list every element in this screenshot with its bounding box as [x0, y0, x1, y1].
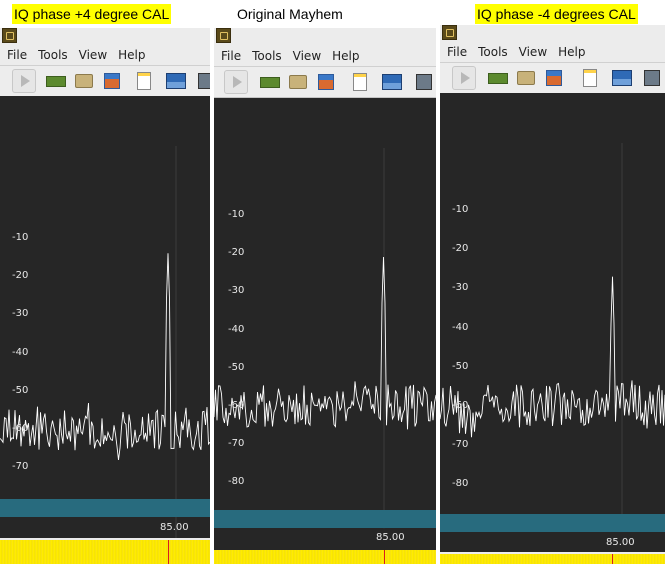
y-tick-label: -20	[12, 270, 29, 282]
spectrum-svg	[0, 146, 210, 538]
app-window-right: File Tools View Help -10 -20 -30 -40 -50 -60 -…	[440, 25, 665, 564]
toolbar	[214, 66, 436, 98]
y-tick-label: -70	[228, 438, 245, 450]
spectrum-trace	[214, 256, 436, 430]
caption-middle: Original Mayhem	[237, 6, 343, 22]
waterfall	[214, 550, 436, 564]
y-tick-label: -10	[452, 204, 469, 215]
menu-file[interactable]: File	[447, 45, 467, 59]
spectrum-svg	[440, 143, 665, 532]
center-frequency-label: 85.00	[160, 522, 189, 533]
monitor-icon[interactable]	[412, 70, 436, 94]
menu-help[interactable]: Help	[558, 45, 585, 59]
menu-view[interactable]: View	[79, 48, 107, 62]
waterfall	[440, 554, 665, 564]
y-tick-label: -60	[452, 400, 469, 411]
y-tick-label: -70	[12, 461, 29, 473]
board-icon[interactable]	[44, 69, 68, 93]
menu-bar: File Tools View Help	[0, 46, 210, 64]
spectrum-plot[interactable]: -10-20-30-40-50-60-70-80-90 85.00	[214, 98, 436, 550]
y-tick-label: -20	[452, 243, 469, 255]
y-tick-label: -50	[228, 361, 245, 373]
menu-view[interactable]: View	[293, 49, 321, 63]
scope-icon[interactable]	[164, 69, 188, 93]
y-tick-label: -80	[452, 478, 469, 490]
save-icon[interactable]	[314, 70, 338, 94]
y-tick-label: -30	[12, 308, 29, 320]
folder-icon[interactable]	[514, 66, 538, 90]
y-tick-label: -80	[228, 476, 245, 488]
clipboard-icon[interactable]	[578, 66, 602, 90]
selection-band[interactable]	[0, 499, 210, 517]
y-tick-label: -60	[12, 423, 29, 434]
toolbar	[0, 65, 210, 97]
scope-icon[interactable]	[380, 70, 404, 94]
menu-tools[interactable]: Tools	[38, 48, 68, 62]
selection-band[interactable]	[440, 514, 665, 532]
menu-file[interactable]: File	[7, 48, 27, 62]
y-tick-label: -10	[228, 209, 245, 220]
y-tick-label: -10	[12, 232, 29, 243]
y-tick-label: -30	[452, 282, 469, 294]
y-tick-label: -30	[228, 285, 245, 297]
toolbar	[440, 62, 665, 94]
menu-tools[interactable]: Tools	[252, 49, 282, 63]
spectrum-trace	[440, 276, 665, 438]
play-icon[interactable]	[224, 70, 248, 94]
spectrum-trace	[0, 253, 210, 460]
waterfall-center-marker	[612, 554, 613, 564]
center-frequency-label: 85.00	[606, 537, 635, 548]
app-icon	[216, 28, 231, 43]
selection-band[interactable]	[214, 510, 436, 528]
scope-icon[interactable]	[610, 66, 634, 90]
app-window-left: File Tools View Help -10 -20 -30 -40 -50 -60 -…	[0, 28, 210, 564]
waterfall-center-marker	[168, 540, 169, 564]
monitor-icon[interactable]	[194, 69, 210, 93]
y-tick-label: -40	[12, 346, 29, 358]
waterfall-center-marker	[384, 550, 385, 564]
y-tick-label: -60	[228, 400, 245, 411]
clipboard-icon[interactable]	[348, 70, 372, 94]
app-window-middle: File Tools View Help -10 -20 -30 -40 -50 -60 -…	[214, 28, 436, 564]
caption-left: IQ phase +4 degree CAL	[12, 4, 172, 24]
folder-icon[interactable]	[72, 69, 96, 93]
y-tick-label: -20	[228, 247, 245, 259]
y-tick-label: -50	[12, 384, 29, 396]
menu-file[interactable]: File	[221, 49, 241, 63]
y-tick-label: -50	[452, 360, 469, 372]
menu-help[interactable]: Help	[332, 49, 359, 63]
folder-icon[interactable]	[286, 70, 310, 94]
play-icon[interactable]	[452, 66, 476, 90]
menu-tools[interactable]: Tools	[478, 45, 508, 59]
y-tick-label: -70	[452, 439, 469, 451]
spectrum-plot[interactable]: -10-20-30-40-50-60-70-80-90 85.00	[0, 96, 210, 538]
clipboard-icon[interactable]	[132, 69, 156, 93]
menu-bar: File Tools View Help	[440, 43, 665, 61]
caption-right: IQ phase -4 degrees CAL	[475, 4, 638, 24]
spectrum-svg	[214, 148, 436, 529]
play-icon[interactable]	[12, 69, 36, 93]
menu-bar: File Tools View Help	[214, 47, 436, 65]
app-icon	[2, 28, 17, 43]
monitor-icon[interactable]	[640, 66, 664, 90]
spectrum-plot[interactable]: -10-20-30-40-50-60-70-80-90 85.00	[440, 93, 665, 552]
menu-view[interactable]: View	[519, 45, 547, 59]
center-frequency-label: 85.00	[376, 532, 405, 543]
y-tick-label: -40	[452, 321, 469, 333]
app-icon	[442, 25, 457, 40]
waterfall	[0, 540, 210, 564]
y-tick-label: -40	[228, 323, 245, 335]
board-icon[interactable]	[258, 70, 282, 94]
save-icon[interactable]	[542, 66, 566, 90]
board-icon[interactable]	[486, 66, 510, 90]
save-icon[interactable]	[100, 69, 124, 93]
menu-help[interactable]: Help	[118, 48, 145, 62]
